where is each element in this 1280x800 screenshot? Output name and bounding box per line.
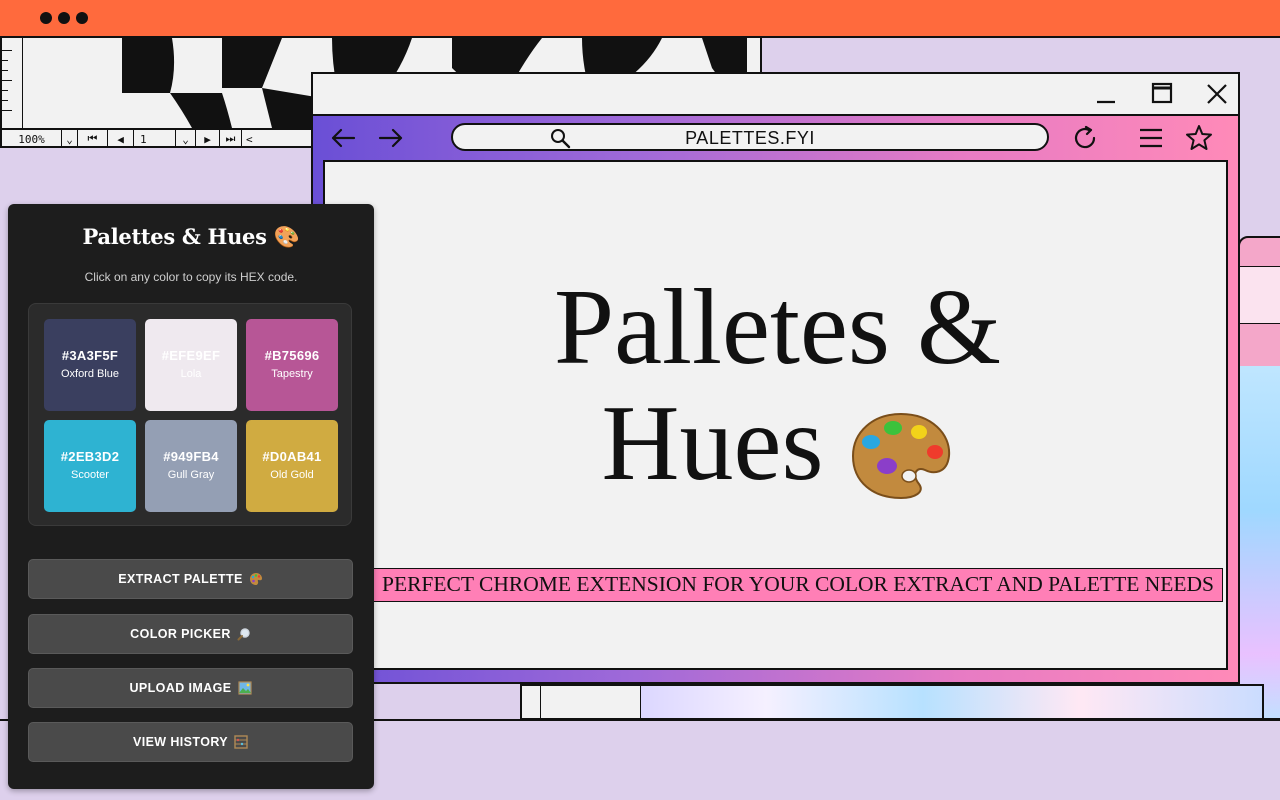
refresh-icon[interactable] [1071,124,1099,152]
upload-image-button[interactable]: UPLOAD IMAGE [28,668,353,708]
page-content: Palletes & Hues PERFECT CHROME EXTENSION… [323,160,1228,670]
color-swatch[interactable]: #2EB3D2 Scooter [44,420,136,512]
scroll-left-icon[interactable]: < [242,130,312,146]
background-window-bottom [520,684,1264,720]
forward-arrow-icon[interactable] [377,124,405,152]
chevron-down-icon[interactable]: ⌄ [62,130,78,146]
color-swatch[interactable]: #B75696 Tapestry [246,319,338,411]
color-swatch[interactable]: #EFE9EF Lola [145,319,237,411]
picture-icon [237,681,252,695]
abacus-icon [234,735,248,749]
tagline-banner: PERFECT CHROME EXTENSION FOR YOUR COLOR … [373,568,1223,602]
menu-icon[interactable] [1137,124,1165,152]
view-history-label: VIEW HISTORY [132,735,229,749]
magnifier-icon [237,628,250,641]
background-window-right [1238,236,1280,720]
next-page-icon[interactable]: ▶ [196,130,220,146]
back-arrow-icon[interactable] [329,124,357,152]
swatch-grid: #3A3F5F Oxford Blue #EFE9EF Lola #B75696… [28,303,352,526]
extension-popup: Palettes & Hues 🎨 Click on any color to … [8,204,374,789]
close-icon[interactable] [1205,82,1229,106]
upload-image-label: UPLOAD IMAGE [129,681,232,695]
star-icon[interactable] [1185,124,1213,152]
hero-line: Hues [601,384,824,503]
swatch-name: Oxford Blue [60,368,120,380]
hero-heading: Palletes & Hues [325,270,1230,502]
window-dot[interactable] [40,12,52,24]
swatch-hex: #949FB4 [163,449,219,464]
palette-icon [852,413,951,500]
browser-nav-row: PALETTES.FYI [313,116,1238,160]
window-titlebar [313,74,1238,116]
browser-window: PALETTES.FYI Palletes & Hues PERFECT CHR… [311,72,1240,684]
swatch-name: Scooter [71,469,109,481]
window-dot[interactable] [76,12,88,24]
swatch-hex: #2EB3D2 [60,449,120,464]
palette-icon [249,573,262,585]
first-page-icon[interactable]: ⏮ [78,130,108,146]
extract-palette-label: EXTRACT PALETTE [118,572,243,586]
color-swatch[interactable]: #949FB4 Gull Gray [145,420,237,512]
popup-title: Palettes & Hues 🎨 [82,224,300,249]
window-dot[interactable] [58,12,70,24]
maximize-icon[interactable] [1151,82,1175,106]
swatch-name: Gull Gray [167,469,215,481]
last-page-icon[interactable]: ⏭ [220,130,242,146]
color-picker-label: COLOR PICKER [130,627,231,641]
swatch-name: Old Gold [270,469,314,481]
view-history-button[interactable]: VIEW HISTORY [28,722,353,762]
page-number[interactable]: 1 [134,130,176,146]
address-bar[interactable]: PALETTES.FYI [451,123,1049,151]
minimize-icon[interactable] [1095,82,1119,106]
prev-page-icon[interactable]: ◀ [108,130,134,146]
swatch-name: Tapestry [271,368,313,380]
swatch-hex: #B75696 [264,348,320,363]
popup-subtitle: Click on any color to copy its HEX code. [84,270,298,284]
color-picker-button[interactable]: COLOR PICKER [28,614,353,654]
zoom-display[interactable]: 100% [2,130,62,146]
swatch-name: Lola [180,368,202,380]
extract-palette-button[interactable]: EXTRACT PALETTE [28,559,353,599]
color-swatch[interactable]: #3A3F5F Oxford Blue [44,319,136,411]
url-text: PALETTES.FYI [685,128,815,148]
color-swatch[interactable]: #D0AB41 Old Gold [246,420,338,512]
top-bar [0,0,1280,38]
vertical-ruler [2,38,23,128]
swatch-hex: #3A3F5F [61,348,119,363]
swatch-hex: #EFE9EF [161,348,221,363]
chevron-down-icon[interactable]: ⌄ [176,130,196,146]
swatch-hex: #D0AB41 [262,449,322,464]
hero-line: Palletes & [554,268,1001,387]
